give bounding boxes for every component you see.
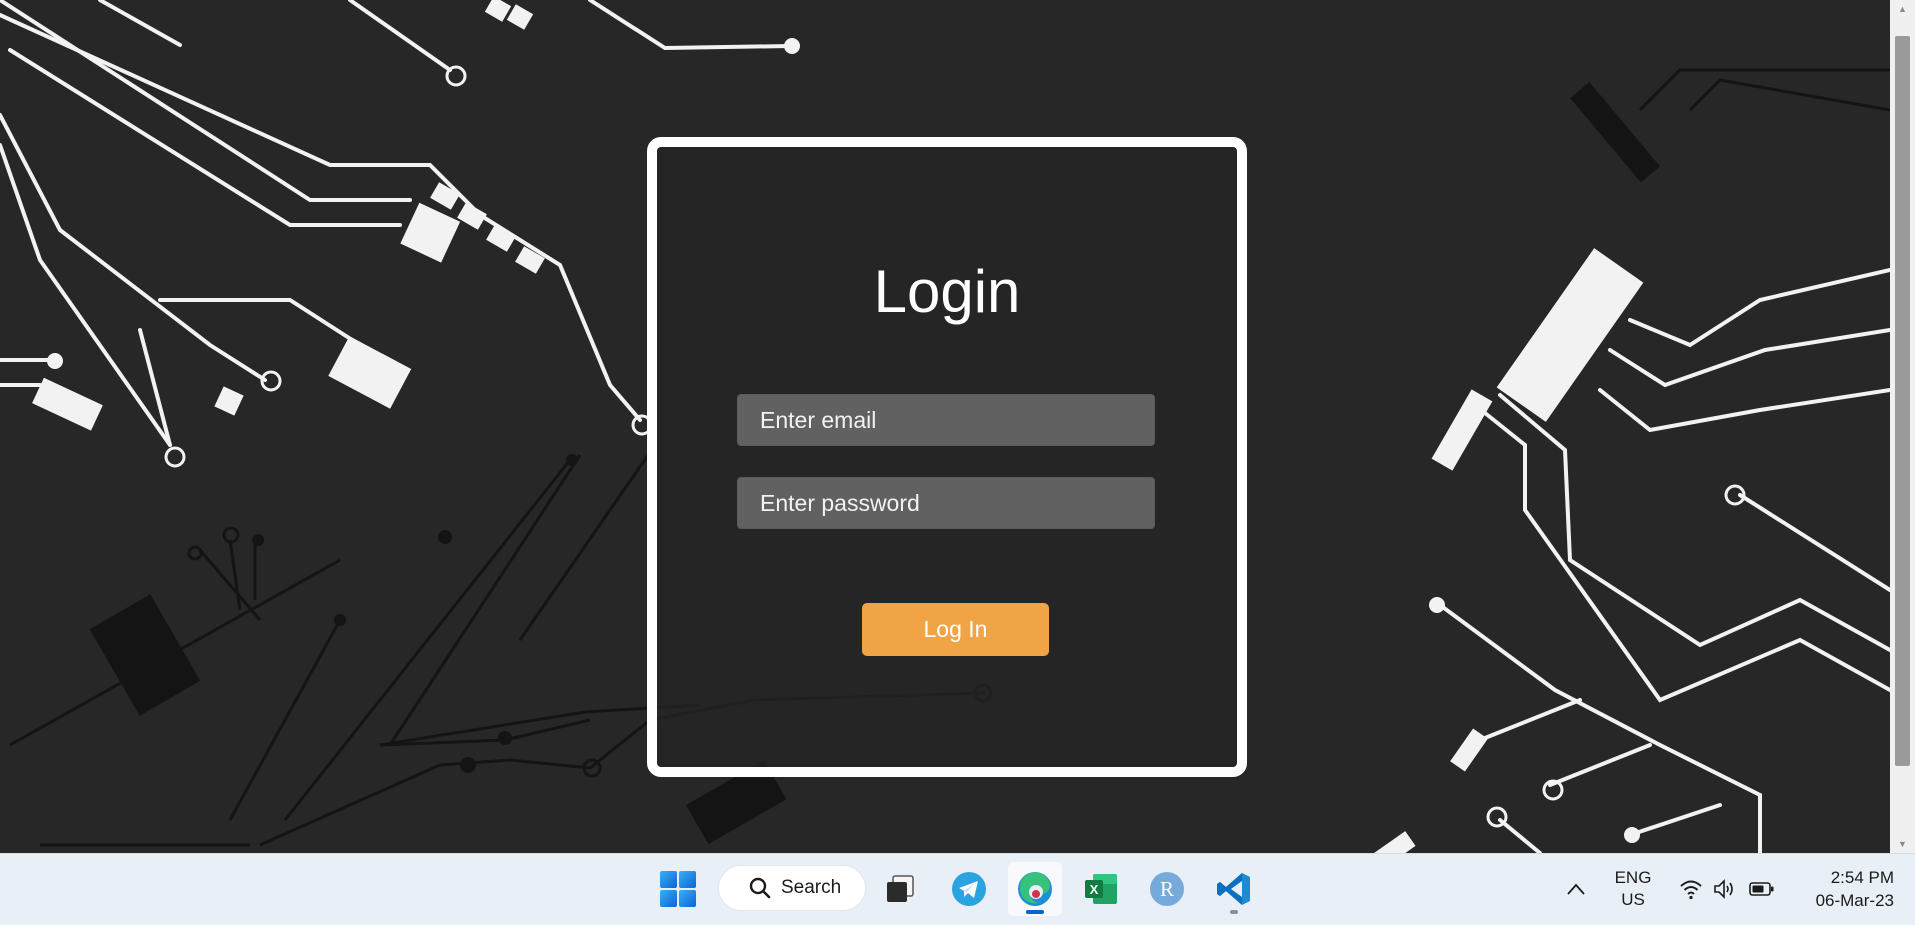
- region-code: US: [1621, 890, 1645, 909]
- svg-text:R: R: [1160, 877, 1174, 901]
- windows-start-icon: [660, 871, 696, 907]
- login-title: Login: [873, 258, 1021, 325]
- wifi-icon[interactable]: [1679, 878, 1703, 900]
- scroll-thumb[interactable]: [1895, 36, 1910, 766]
- running-app-indicator: [1230, 910, 1238, 914]
- search-icon: [749, 877, 771, 899]
- language-code: ENG: [1614, 868, 1652, 887]
- active-app-indicator: [1026, 910, 1044, 914]
- login-card: Login Log In: [647, 137, 1247, 777]
- clock[interactable]: 2:54 PM 06-Mar-23: [1794, 866, 1894, 912]
- battery-icon[interactable]: [1749, 881, 1775, 897]
- scroll-up-arrow-icon[interactable]: ▲: [1890, 0, 1915, 18]
- excel-button[interactable]: X: [1074, 862, 1128, 916]
- svg-text:X: X: [1090, 882, 1099, 897]
- taskbar: Search X R ENG US 2:54 PM 06-Mar-23: [0, 853, 1915, 925]
- edge-browser-icon: [1018, 872, 1052, 906]
- scroll-down-arrow-icon[interactable]: ▼: [1890, 835, 1915, 853]
- search-label: Search: [781, 877, 842, 898]
- language-indicator[interactable]: ENG US: [1612, 867, 1654, 911]
- task-view-icon: [887, 875, 914, 902]
- web-page: Login Log In ▲ ▼: [0, 0, 1915, 853]
- taskbar-search-button[interactable]: Search: [718, 865, 866, 911]
- clock-date: 06-Mar-23: [1815, 891, 1894, 910]
- password-field[interactable]: [737, 477, 1155, 529]
- r-language-button[interactable]: R: [1140, 862, 1194, 916]
- excel-icon: X: [1085, 874, 1117, 904]
- vscode-button[interactable]: [1207, 862, 1261, 916]
- vertical-scrollbar[interactable]: ▲ ▼: [1890, 0, 1915, 853]
- volume-icon[interactable]: [1712, 878, 1736, 900]
- edge-browser-button[interactable]: [1008, 862, 1062, 916]
- vscode-icon: [1217, 873, 1250, 905]
- telegram-icon: [952, 872, 986, 906]
- task-view-button[interactable]: [873, 862, 927, 916]
- windows-start-button[interactable]: [651, 862, 705, 916]
- clock-time: 2:54 PM: [1830, 868, 1894, 887]
- chevron-up-icon[interactable]: [1566, 882, 1586, 896]
- telegram-button[interactable]: [942, 862, 996, 916]
- email-field[interactable]: [737, 394, 1155, 446]
- r-language-icon: R: [1150, 872, 1184, 906]
- login-button[interactable]: Log In: [862, 603, 1049, 656]
